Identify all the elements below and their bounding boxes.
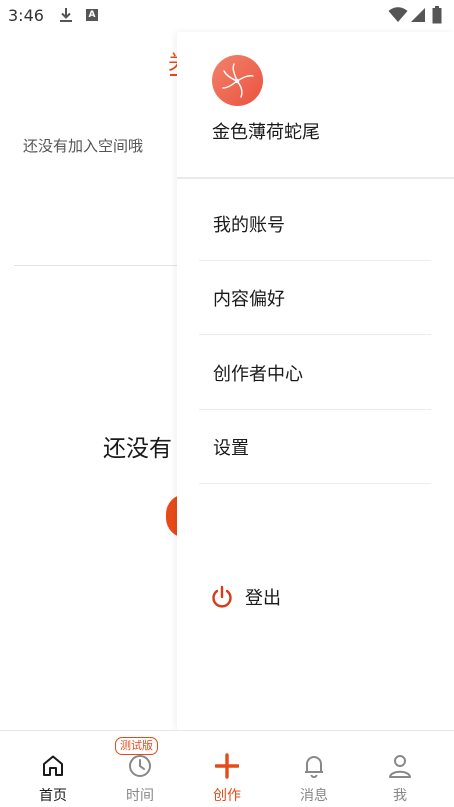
nav-label: 时间: [126, 788, 154, 804]
bell-icon: [305, 756, 323, 778]
menu-item-label: 内容偏好: [213, 289, 285, 310]
status-time: 3:46: [8, 6, 44, 25]
status-bar: 3:46 A: [0, 0, 454, 32]
nav-me[interactable]: 我: [355, 731, 445, 807]
bottom-nav: 首页 时间 测试版 创作 消息 我: [0, 730, 454, 807]
home-icon: [43, 755, 63, 776]
nav-create[interactable]: 创作: [182, 731, 272, 807]
drawer-divider: [177, 177, 454, 179]
logout-label: 登出: [245, 588, 281, 609]
menu-item-creator-center[interactable]: 创作者中心: [199, 336, 431, 410]
nav-label: 我: [393, 788, 407, 804]
app-notification-icon: A: [86, 9, 98, 21]
battery-icon: [432, 6, 442, 24]
username[interactable]: 金色薄荷蛇尾: [212, 118, 320, 144]
nav-label: 创作: [213, 788, 241, 804]
person-icon: [389, 755, 411, 778]
power-icon: [212, 585, 232, 608]
menu-item-label: 创作者中心: [213, 364, 303, 385]
beta-badge: 测试版: [115, 737, 158, 755]
no-space-text: 还没有加入空间哦: [23, 137, 144, 155]
wifi-icon: [388, 7, 408, 22]
nav-messages[interactable]: 消息: [269, 731, 359, 807]
avatar-starfish-icon: [222, 63, 254, 98]
menu-item-label: 我的账号: [213, 215, 285, 236]
side-drawer: 金色薄荷蛇尾 我的账号 内容偏好 创作者中心 设置 登出: [177, 32, 454, 730]
menu-item-content-preferences[interactable]: 内容偏好: [199, 261, 431, 335]
plus-icon: [215, 753, 239, 779]
clock-icon: [129, 755, 151, 777]
avatar[interactable]: [212, 55, 263, 106]
signal-icon: [411, 8, 425, 22]
menu-item-my-account[interactable]: 我的账号: [199, 187, 431, 261]
empty-state-title: 还没有: [103, 436, 172, 462]
menu-item-label: 设置: [213, 438, 249, 459]
nav-label: 消息: [300, 788, 328, 804]
menu-item-settings[interactable]: 设置: [199, 410, 431, 484]
download-icon: [60, 8, 72, 22]
nav-label: 首页: [39, 788, 67, 804]
nav-home[interactable]: 首页: [8, 731, 98, 807]
